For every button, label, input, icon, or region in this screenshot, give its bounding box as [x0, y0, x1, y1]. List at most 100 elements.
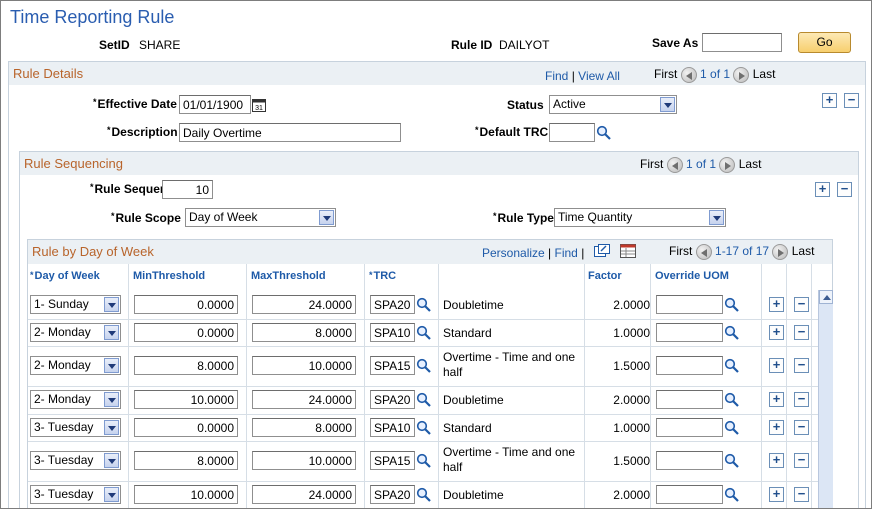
- delete-row-icon[interactable]: −: [794, 325, 809, 340]
- trc-input[interactable]: [370, 485, 415, 504]
- search-icon[interactable]: [416, 453, 432, 469]
- arrow-right-icon[interactable]: [719, 157, 736, 173]
- dropdown-icon[interactable]: [104, 325, 119, 340]
- col-header-uom[interactable]: Override UOM: [655, 270, 729, 282]
- add-row-icon[interactable]: +: [769, 392, 784, 407]
- personalize-link[interactable]: Personalize: [482, 246, 545, 260]
- effdt-input[interactable]: [179, 95, 251, 114]
- delete-row-icon[interactable]: −: [794, 392, 809, 407]
- dropdown-icon[interactable]: [104, 358, 119, 373]
- delete-row-icon[interactable]: −: [837, 182, 852, 197]
- day-select[interactable]: 2- Monday: [30, 356, 121, 375]
- search-icon[interactable]: [724, 297, 740, 313]
- override-uom-input[interactable]: [656, 295, 723, 314]
- search-icon[interactable]: [724, 358, 740, 374]
- trc-input[interactable]: [370, 418, 415, 437]
- search-icon[interactable]: [724, 487, 740, 503]
- delete-row-icon[interactable]: −: [794, 420, 809, 435]
- max-threshold-input[interactable]: [252, 390, 356, 409]
- zoom-icon[interactable]: [594, 244, 610, 258]
- calendar-icon[interactable]: 31: [252, 98, 266, 112]
- max-threshold-input[interactable]: [252, 451, 356, 470]
- scroll-up-icon[interactable]: [819, 290, 833, 304]
- add-row-icon[interactable]: +: [769, 420, 784, 435]
- saveas-input[interactable]: [702, 33, 782, 52]
- delete-row-icon[interactable]: −: [794, 297, 809, 312]
- max-threshold-input[interactable]: [252, 295, 356, 314]
- dropdown-icon[interactable]: [104, 487, 119, 502]
- add-row-icon[interactable]: +: [769, 453, 784, 468]
- rule-type-select[interactable]: Time Quantity: [554, 208, 726, 227]
- min-threshold-input[interactable]: [134, 356, 238, 375]
- search-icon[interactable]: [416, 392, 432, 408]
- dropdown-icon[interactable]: [104, 392, 119, 407]
- day-select[interactable]: 3- Tuesday: [30, 418, 121, 437]
- max-threshold-input[interactable]: [252, 485, 356, 504]
- delete-row-icon[interactable]: −: [844, 93, 859, 108]
- day-select[interactable]: 3- Tuesday: [30, 485, 121, 504]
- arrow-right-icon[interactable]: [772, 244, 789, 260]
- col-header-day[interactable]: *Day of Week: [30, 270, 100, 282]
- min-threshold-input[interactable]: [134, 451, 238, 470]
- add-row-icon[interactable]: +: [769, 358, 784, 373]
- go-button[interactable]: Go: [798, 32, 851, 53]
- trc-input[interactable]: [370, 323, 415, 342]
- search-icon[interactable]: [724, 453, 740, 469]
- add-row-icon[interactable]: +: [769, 325, 784, 340]
- dropdown-icon[interactable]: [104, 297, 119, 312]
- default-trc-input[interactable]: [549, 123, 595, 142]
- override-uom-input[interactable]: [656, 451, 723, 470]
- min-threshold-input[interactable]: [134, 418, 238, 437]
- add-row-icon[interactable]: +: [769, 297, 784, 312]
- description-input[interactable]: [179, 123, 401, 142]
- override-uom-input[interactable]: [656, 390, 723, 409]
- download-icon[interactable]: [620, 244, 636, 258]
- override-uom-input[interactable]: [656, 323, 723, 342]
- find-link[interactable]: Find: [545, 69, 568, 83]
- max-threshold-input[interactable]: [252, 323, 356, 342]
- view-all-link[interactable]: View All: [578, 69, 620, 83]
- delete-row-icon[interactable]: −: [794, 358, 809, 373]
- search-icon[interactable]: [724, 325, 740, 341]
- grid-find-link[interactable]: Find: [555, 246, 578, 260]
- arrow-right-icon[interactable]: [733, 67, 750, 83]
- col-header-min[interactable]: MinThreshold: [133, 270, 205, 282]
- col-header-trc[interactable]: *TRC: [369, 270, 396, 282]
- min-threshold-input[interactable]: [134, 390, 238, 409]
- max-threshold-input[interactable]: [252, 418, 356, 437]
- arrow-left-icon[interactable]: [666, 157, 683, 173]
- add-row-icon[interactable]: +: [815, 182, 830, 197]
- day-select[interactable]: 1- Sunday: [30, 295, 121, 314]
- grid-scrollbar[interactable]: [818, 290, 833, 508]
- dropdown-icon[interactable]: [104, 453, 119, 468]
- day-select[interactable]: 3- Tuesday: [30, 451, 121, 470]
- dropdown-icon[interactable]: [660, 97, 675, 112]
- add-row-icon[interactable]: +: [769, 487, 784, 502]
- arrow-left-icon[interactable]: [680, 67, 697, 83]
- override-uom-input[interactable]: [656, 356, 723, 375]
- search-icon[interactable]: [416, 325, 432, 341]
- min-threshold-input[interactable]: [134, 295, 238, 314]
- day-select[interactable]: 2- Monday: [30, 323, 121, 342]
- search-icon[interactable]: [416, 358, 432, 374]
- override-uom-input[interactable]: [656, 418, 723, 437]
- arrow-left-icon[interactable]: [695, 244, 712, 260]
- min-threshold-input[interactable]: [134, 485, 238, 504]
- trc-input[interactable]: [370, 451, 415, 470]
- add-row-icon[interactable]: +: [822, 93, 837, 108]
- col-header-max[interactable]: MaxThreshold: [251, 270, 326, 282]
- delete-row-icon[interactable]: −: [794, 487, 809, 502]
- search-icon[interactable]: [416, 297, 432, 313]
- max-threshold-input[interactable]: [252, 356, 356, 375]
- delete-row-icon[interactable]: −: [794, 453, 809, 468]
- search-icon[interactable]: [596, 125, 612, 141]
- col-header-factor[interactable]: Factor: [588, 270, 622, 282]
- dropdown-icon[interactable]: [319, 210, 334, 225]
- status-select[interactable]: Active: [549, 95, 677, 114]
- rule-scope-select[interactable]: Day of Week: [185, 208, 336, 227]
- day-select[interactable]: 2- Monday: [30, 390, 121, 409]
- search-icon[interactable]: [724, 420, 740, 436]
- dropdown-icon[interactable]: [709, 210, 724, 225]
- trc-input[interactable]: [370, 390, 415, 409]
- search-icon[interactable]: [416, 487, 432, 503]
